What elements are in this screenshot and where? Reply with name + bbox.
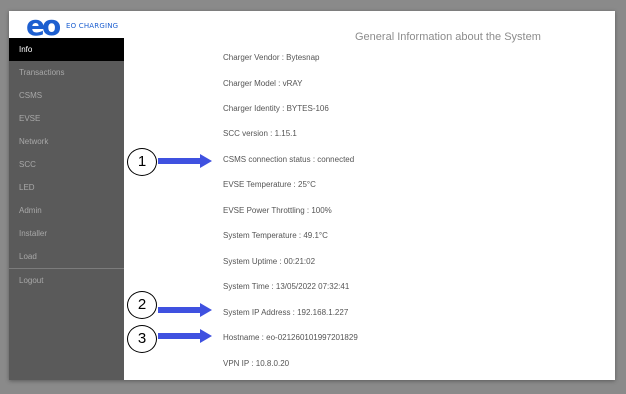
callout-marker-3: 3 [127, 325, 157, 353]
info-csms-connection-status: CSMS connection status : connected [223, 155, 355, 164]
sidebar-item-csms[interactable]: CSMS [9, 84, 124, 107]
sidebar-item-info[interactable]: Info [9, 38, 124, 61]
sidebar-item-led[interactable]: LED [9, 176, 124, 199]
callout-marker-2: 2 [127, 291, 157, 319]
info-scc-version: SCC version : 1.15.1 [223, 129, 297, 138]
sidebar-item-installer[interactable]: Installer [9, 222, 124, 245]
logo: eo EO CHARGING [9, 11, 124, 42]
info-charger-model: Charger Model : vRAY [223, 79, 303, 88]
page-title: General Information about the System [355, 31, 541, 43]
logo-mark: eo [26, 11, 61, 42]
sidebar-item-admin[interactable]: Admin [9, 199, 124, 222]
info-vpn-ip: VPN IP : 10.8.0.20 [223, 359, 290, 368]
info-system-ip-address: System IP Address : 192.168.1.227 [223, 308, 349, 317]
callout-arrow-2 [158, 303, 212, 317]
info-evse-temperature: EVSE Temperature : 25°C [223, 180, 316, 189]
sidebar-item-evse[interactable]: EVSE [9, 107, 124, 130]
info-system-time: System Time : 13/05/2022 07:32:41 [223, 282, 350, 291]
logo-text: EO CHARGING [66, 22, 119, 30]
sidebar-item-transactions[interactable]: Transactions [9, 61, 124, 84]
sidebar-item-scc[interactable]: SCC [9, 153, 124, 176]
callout-arrow-1 [158, 154, 212, 168]
sidebar-item-load[interactable]: Load [9, 245, 124, 268]
callout-marker-1: 1 [127, 148, 157, 176]
app-window: eo EO CHARGING Info Transactions CSMS EV… [9, 11, 615, 380]
sidebar-item-logout[interactable]: Logout [9, 269, 124, 292]
info-hostname: Hostname : eo-021260101997201829 [223, 333, 358, 342]
info-system-temperature: System Temperature : 49.1°C [223, 231, 328, 240]
callout-arrow-3 [158, 329, 212, 343]
info-charger-identity: Charger Identity : BYTES-106 [223, 104, 329, 113]
sidebar: Info Transactions CSMS EVSE Network SCC … [9, 38, 124, 380]
info-evse-power-throttling: EVSE Power Throttling : 100% [223, 206, 332, 215]
sidebar-item-network[interactable]: Network [9, 130, 124, 153]
info-system-uptime: System Uptime : 00:21:02 [223, 257, 316, 266]
info-charger-vendor: Charger Vendor : Bytesnap [223, 53, 320, 62]
